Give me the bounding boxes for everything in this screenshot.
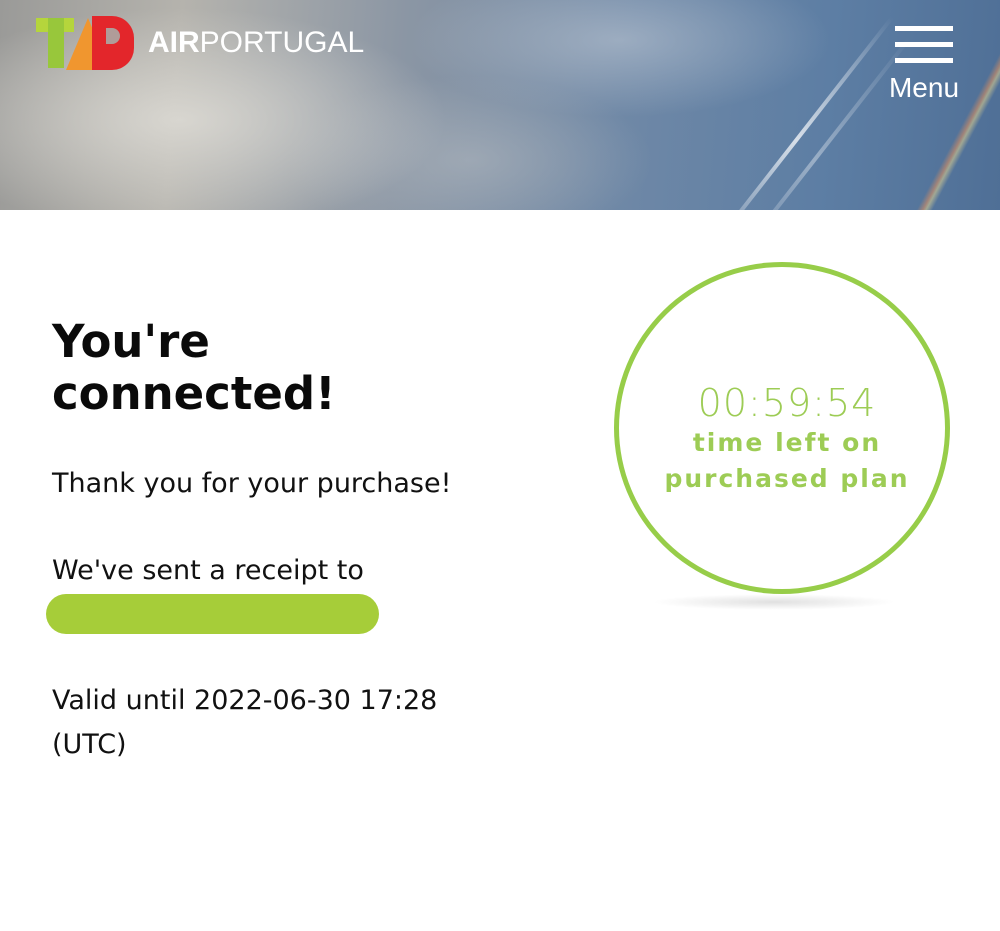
sky-contrail	[730, 16, 894, 210]
timer-label: time left on purchased plan	[664, 428, 910, 493]
redacted-email	[46, 594, 379, 634]
logo-portugal: PORTUGAL	[199, 26, 365, 59]
logo-wordmark: AIRPORTUGAL	[148, 14, 364, 72]
thanks-text: Thank you for your purchase!	[52, 468, 452, 499]
tap-logo-icon	[36, 14, 136, 72]
hamburger-icon	[895, 26, 953, 63]
logo-air: AIR	[148, 26, 200, 59]
timer-widget: 00:59:54 time left on purchased plan	[614, 262, 950, 612]
menu-button[interactable]: Menu	[884, 26, 964, 104]
receipt-text: We've sent a receipt to	[52, 555, 364, 586]
timer-shadow	[652, 594, 896, 610]
menu-label: Menu	[888, 72, 960, 103]
timer-circle: 00:59:54 time left on purchased plan	[614, 262, 950, 594]
tap-air-portugal-logo[interactable]: AIRPORTUGAL	[36, 14, 364, 72]
page-title: You're connected!	[52, 315, 336, 420]
valid-until-text: Valid until 2022-06-30 17:28 (UTC)	[52, 685, 438, 760]
header-banner: AIRPORTUGAL Menu	[0, 0, 1000, 210]
timer-value: 00:59:54	[697, 381, 877, 425]
